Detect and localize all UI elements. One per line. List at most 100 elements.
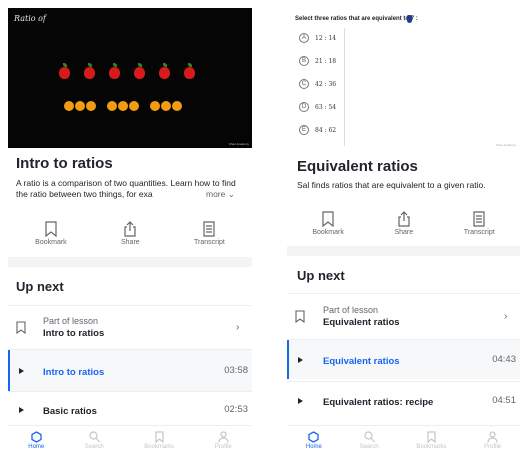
play-icon (297, 356, 303, 363)
tab-bookmarks-label: Bookmarks (144, 444, 175, 450)
video-list-item-active[interactable]: Intro to ratios 03:58 (8, 349, 252, 391)
profile-icon (487, 431, 498, 443)
video-handwritten-title: Ratio of (14, 14, 46, 23)
play-icon (297, 397, 303, 404)
lesson-title: Intro to ratios (16, 155, 113, 172)
option-a: A 12 : 14 (299, 32, 336, 44)
share-icon (124, 220, 136, 237)
tab-home[interactable]: Home (306, 431, 322, 450)
more-label: more (206, 189, 226, 199)
apple-icon (134, 63, 145, 79)
play-icon (18, 367, 24, 374)
tab-search[interactable]: Search (360, 431, 379, 450)
video-title: Equivalent ratios (323, 355, 400, 367)
tab-home[interactable]: Home (28, 431, 44, 450)
option-letter: E (299, 125, 309, 135)
video-duration: 04:43 (492, 354, 516, 365)
option-e: E 84 : 62 (299, 124, 336, 136)
transcript-label: Transcript (463, 228, 495, 236)
search-icon (364, 431, 375, 443)
part-of-lesson-row[interactable]: Part of lesson Intro to ratios › (8, 305, 252, 349)
chevron-right-icon: › (504, 311, 508, 322)
share-button[interactable]: Share (394, 210, 414, 236)
bookmarks-tab-icon (155, 431, 164, 443)
share-label: Share (120, 238, 140, 246)
left-screen: Ratio of Khan Academy Intro to ratios A … (8, 0, 252, 455)
bookmark-label: Bookmark (35, 238, 67, 246)
orange-icon (172, 101, 182, 111)
more-link[interactable]: more ⌄ (204, 189, 235, 200)
transcript-icon (473, 210, 485, 227)
video-player[interactable]: Select three ratios that are equivalent … (287, 8, 520, 151)
part-of-lesson-label: Part of lesson (323, 304, 379, 315)
orange-icon (150, 101, 160, 111)
orange-icon (129, 101, 139, 111)
option-d: D 63 : 54 (299, 101, 336, 113)
bookmark-icon (322, 210, 334, 227)
part-of-lesson-label: Part of lesson (43, 315, 99, 326)
bookmark-icon (45, 220, 57, 237)
video-title: Equivalent ratios: recipe (323, 396, 434, 408)
up-next-heading: Up next (16, 279, 64, 294)
tab-bookmarks[interactable]: Bookmarks (416, 431, 446, 450)
lesson-description: Sal finds ratios that are equivalent to … (297, 180, 486, 190)
home-icon (31, 431, 42, 443)
video-list-item-active[interactable]: Equivalent ratios 04:43 (287, 339, 520, 379)
transcript-button[interactable]: Transcript (194, 220, 225, 246)
transcript-button[interactable]: Transcript (463, 210, 495, 236)
exercise-options: A 12 : 14 B 21 : 18 C 42 : 36 D 63 : 54 E 84 … (295, 28, 345, 146)
bookmark-button[interactable]: Bookmark (35, 220, 67, 246)
bookmarks-tab-icon (427, 431, 436, 443)
apple-icon (159, 63, 170, 79)
home-icon (308, 431, 320, 443)
bookmark-label: Bookmark (312, 228, 344, 236)
chevron-down-icon: ⌄ (227, 189, 235, 199)
apple-icon (84, 63, 95, 79)
tab-search-label: Search (84, 444, 104, 450)
share-button[interactable]: Share (120, 220, 140, 246)
transcript-icon (203, 220, 216, 237)
option-letter: D (299, 102, 309, 112)
part-of-lesson-name: Intro to ratios (43, 327, 105, 339)
tab-profile-label: Profile (214, 444, 232, 450)
chevron-right-icon: › (236, 322, 240, 333)
orange-icon (75, 101, 85, 111)
tab-profile-label: Profile (484, 444, 502, 450)
search-icon (89, 431, 100, 443)
tab-bookmarks[interactable]: Bookmarks (144, 431, 174, 450)
share-icon (398, 210, 410, 227)
part-of-lesson-name: Equivalent ratios (323, 316, 400, 328)
tab-home-label: Home (28, 444, 45, 450)
option-value: 84 : 62 (315, 126, 337, 134)
share-label: Share (394, 228, 414, 236)
active-indicator (8, 350, 10, 391)
tab-profile[interactable]: Profile (484, 431, 501, 450)
orange-icon (86, 101, 96, 111)
bookmark-icon (295, 310, 305, 323)
orange-icon (64, 101, 74, 111)
part-of-lesson-row[interactable]: Part of lesson Equivalent ratios › (287, 293, 520, 339)
video-duration: 04:51 (492, 395, 516, 406)
profile-icon (218, 431, 229, 443)
apple-icon (59, 63, 70, 79)
exercise-question: Select three ratios that are equivalent … (295, 16, 418, 22)
video-list-item[interactable]: Basic ratios 02:53 (8, 391, 252, 427)
divider (287, 246, 520, 256)
bookmark-button[interactable]: Bookmark (312, 210, 344, 236)
option-c: C 42 : 36 (299, 78, 336, 90)
video-duration: 03:58 (224, 365, 248, 376)
apple-icon (109, 63, 120, 79)
up-next-heading: Up next (297, 268, 345, 283)
bookmark-icon (16, 321, 26, 334)
orange-icon (118, 101, 128, 111)
video-credit: Khan Academy (495, 143, 516, 147)
video-list-item[interactable]: Equivalent ratios: recipe 04:51 (287, 381, 520, 419)
orange-icon (107, 101, 117, 111)
option-value: 63 : 54 (315, 103, 337, 111)
option-letter: B (299, 56, 309, 66)
action-bar: Bookmark Share Transcript (287, 203, 520, 243)
tab-search[interactable]: Search (85, 431, 104, 450)
video-player[interactable]: Ratio of Khan Academy (8, 8, 252, 148)
tab-profile[interactable]: Profile (215, 431, 232, 450)
video-title: Intro to ratios (43, 366, 105, 378)
